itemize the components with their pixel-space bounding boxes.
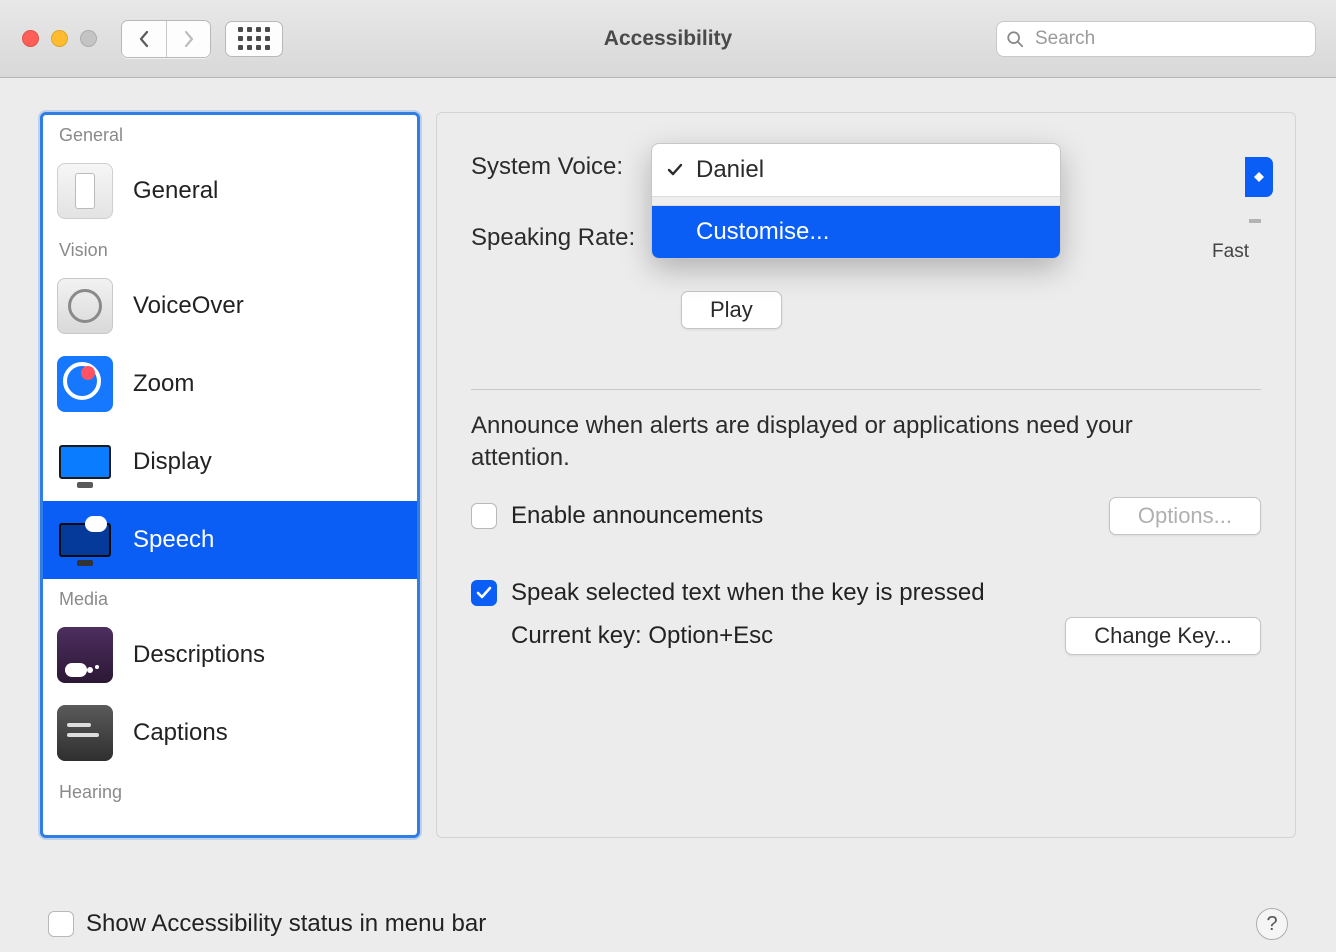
general-icon bbox=[57, 163, 113, 219]
bottom-bar: Show Accessibility status in menu bar ? bbox=[40, 886, 1296, 940]
change-key-button-label: Change Key... bbox=[1094, 623, 1232, 649]
sidebar-item-label: General bbox=[133, 177, 218, 205]
captions-icon bbox=[57, 705, 113, 761]
system-voice-dropdown[interactable]: Daniel Customise... bbox=[651, 143, 1061, 259]
sidebar-item-captions[interactable]: Captions bbox=[43, 694, 417, 772]
speak-selected-row: Speak selected text when the key is pres… bbox=[471, 579, 1261, 607]
system-voice-label: System Voice: bbox=[471, 153, 651, 181]
voice-option-label: Daniel bbox=[696, 156, 764, 184]
minimize-window-button[interactable] bbox=[51, 30, 68, 47]
window-controls bbox=[22, 30, 97, 47]
help-button[interactable]: ? bbox=[1256, 908, 1288, 940]
current-key-row: Current key: Option+Esc Change Key... bbox=[511, 617, 1261, 655]
sidebar-item-descriptions[interactable]: Descriptions bbox=[43, 616, 417, 694]
search-field-wrap bbox=[996, 21, 1316, 57]
sidebar-item-zoom[interactable]: Zoom bbox=[43, 345, 417, 423]
display-icon bbox=[57, 434, 113, 490]
speech-detail-pane: System Voice: Daniel Customise... bbox=[436, 112, 1296, 838]
descriptions-icon bbox=[57, 627, 113, 683]
speaking-rate-label: Speaking Rate: bbox=[471, 224, 651, 252]
show-status-label: Show Accessibility status in menu bar bbox=[86, 910, 486, 938]
close-window-button[interactable] bbox=[22, 30, 39, 47]
speak-selected-label: Speak selected text when the key is pres… bbox=[511, 579, 985, 607]
search-icon bbox=[1006, 30, 1024, 48]
change-key-button[interactable]: Change Key... bbox=[1065, 617, 1261, 655]
section-header-hearing: Hearing bbox=[43, 772, 417, 809]
sidebar-item-label: Descriptions bbox=[133, 641, 265, 669]
content-area: General General Vision VoiceOver Zoom Di… bbox=[0, 78, 1336, 952]
dropdown-separator bbox=[652, 196, 1060, 206]
voice-option-daniel[interactable]: Daniel bbox=[652, 144, 1060, 196]
system-voice-row: System Voice: Daniel Customise... bbox=[471, 153, 1261, 181]
voice-option-label: Customise... bbox=[696, 218, 829, 246]
enable-announcements-checkbox[interactable] bbox=[471, 503, 497, 529]
speech-icon bbox=[57, 512, 113, 568]
announcements-options-button[interactable]: Options... bbox=[1109, 497, 1261, 535]
nav-back-forward bbox=[121, 20, 211, 58]
sidebar-item-voiceover[interactable]: VoiceOver bbox=[43, 267, 417, 345]
popup-stepper-icon bbox=[1245, 157, 1273, 197]
sidebar-item-label: Captions bbox=[133, 719, 228, 747]
play-button-label: Play bbox=[710, 297, 753, 323]
search-input[interactable] bbox=[996, 21, 1316, 57]
help-icon: ? bbox=[1266, 913, 1277, 936]
options-button-label: Options... bbox=[1138, 503, 1232, 529]
back-button[interactable] bbox=[122, 21, 166, 57]
current-key-text: Current key: Option+Esc bbox=[511, 622, 773, 650]
checkmark-icon bbox=[666, 158, 684, 186]
zoom-icon bbox=[57, 356, 113, 412]
divider bbox=[471, 389, 1261, 390]
speak-selected-checkbox[interactable] bbox=[471, 580, 497, 606]
announce-description: Announce when alerts are displayed or ap… bbox=[471, 410, 1171, 475]
titlebar: Accessibility bbox=[0, 0, 1336, 78]
sidebar-item-display[interactable]: Display bbox=[43, 423, 417, 501]
sidebar-item-label: Zoom bbox=[133, 370, 194, 398]
sidebar-item-general[interactable]: General bbox=[43, 152, 417, 230]
show-status-checkbox[interactable] bbox=[48, 911, 74, 937]
fullscreen-window-button[interactable] bbox=[80, 30, 97, 47]
voiceover-icon bbox=[57, 278, 113, 334]
sidebar-item-label: Display bbox=[133, 448, 212, 476]
sidebar-item-label: VoiceOver bbox=[133, 292, 244, 320]
enable-announcements-row: Enable announcements Options... bbox=[471, 497, 1261, 535]
voice-option-customise[interactable]: Customise... bbox=[652, 206, 1060, 258]
show-all-prefs-button[interactable] bbox=[225, 21, 283, 57]
section-header-media: Media bbox=[43, 579, 417, 616]
sidebar-item-speech[interactable]: Speech bbox=[43, 501, 417, 579]
enable-announcements-label: Enable announcements bbox=[511, 502, 763, 530]
section-header-vision: Vision bbox=[43, 230, 417, 267]
grid-icon bbox=[238, 27, 270, 50]
tick-fast: Fast bbox=[1212, 241, 1249, 263]
category-sidebar[interactable]: General General Vision VoiceOver Zoom Di… bbox=[40, 112, 420, 838]
sidebar-item-label: Speech bbox=[133, 526, 214, 554]
forward-button[interactable] bbox=[166, 21, 210, 57]
section-header-general: General bbox=[43, 115, 417, 152]
play-button[interactable]: Play bbox=[681, 291, 782, 329]
